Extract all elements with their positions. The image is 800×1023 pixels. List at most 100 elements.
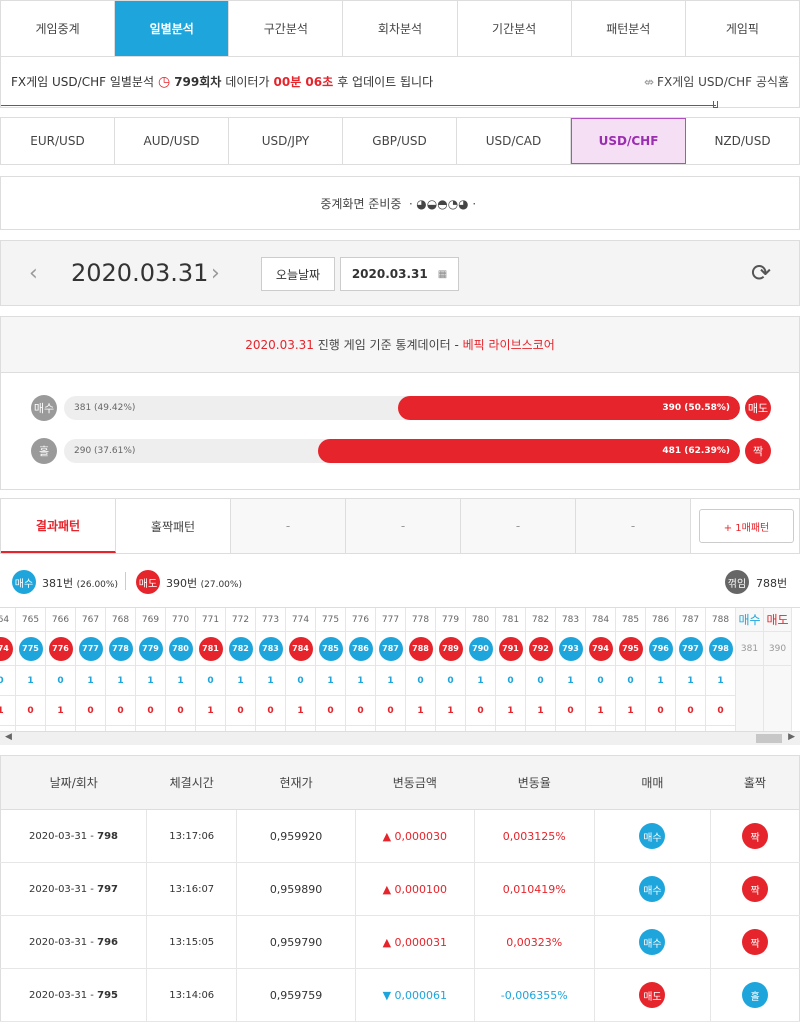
pattern-tab-1[interactable]: 홀짝패턴 (116, 499, 231, 553)
chevron-left-icon[interactable]: ‹ (29, 261, 38, 286)
grid-scrollbar[interactable]: ◀ ▶ (0, 731, 800, 745)
sell-count-text: 390번 (166, 577, 198, 590)
one-pattern-button[interactable]: + 1매패턴 (699, 509, 794, 543)
grid-value-row1: 1 (16, 666, 45, 696)
grid-value-row1: 1 (136, 666, 165, 696)
stats-title-source: 베픽 라이브스코어 (462, 338, 555, 352)
today-button[interactable]: 오늘날짜 (261, 257, 335, 291)
grid-round-header: 778 (406, 608, 435, 632)
buy-count-text: 381번 (42, 577, 74, 590)
grid-value-row1: 0 (616, 666, 645, 696)
scroll-thumb[interactable] (756, 734, 782, 743)
cell-time: 13:16:07 (146, 862, 238, 916)
link-icon: ⇎ (643, 74, 655, 89)
grid-column: 776 786 1 0 (346, 608, 376, 732)
pair-tab-5[interactable]: USD/CHF (571, 118, 686, 164)
pair-tab-4[interactable]: USD/CAD (457, 118, 571, 164)
pair-tab-2[interactable]: USD/JPY (229, 118, 343, 164)
date-input[interactable]: 2020.03.31 ▦ (340, 257, 459, 291)
tab-5[interactable]: 패턴분석 (571, 1, 686, 56)
tab-3[interactable]: 회차분석 (343, 1, 458, 56)
pair-tab-1[interactable]: AUD/USD (115, 118, 229, 164)
stat-left-badge: 홀 (31, 438, 57, 464)
grid-value-row2: 0 (316, 696, 345, 726)
odd-even-badge: 짝 (742, 823, 769, 849)
official-link[interactable]: ⇎ FX게임 USD/CHF 공식홈 (644, 73, 789, 90)
pattern-tab-0[interactable]: 결과패턴 (1, 499, 116, 553)
pattern-tab-3[interactable]: - (346, 499, 461, 553)
grid-column: 764 774 01 (0, 608, 16, 732)
cell-date-text: 2020-03-31 - (29, 989, 94, 1001)
pattern-grid: 7647740176577510766776017677771076877810… (0, 607, 800, 747)
grid-ball: 781 (198, 636, 223, 661)
sell-badge: 매도 (136, 570, 160, 594)
grid-column: 772 782 1 0 (226, 608, 256, 732)
cell-trade: 매수 (594, 915, 712, 969)
grid-column: 788 798 1 0 (706, 608, 736, 732)
buy-pct: (26.00%) (76, 580, 118, 590)
pair-tab-3[interactable]: GBP/USD (343, 118, 457, 164)
grid-value-row1: 0 (406, 666, 435, 696)
scroll-right-icon[interactable]: ▶ (788, 732, 795, 742)
grid-value-row2: 1 (406, 696, 435, 726)
tab-2[interactable]: 구간분석 (229, 1, 344, 56)
cell-round: 797 (97, 883, 118, 895)
grid-ball-cell: 788 (406, 632, 435, 666)
grid-column: 770 780 1 0 (166, 608, 196, 732)
grid-column: 774 784 0 1 (286, 608, 316, 732)
pattern-tab-4[interactable]: - (461, 499, 576, 553)
cell-price: 0,959920 (236, 809, 356, 863)
stat-right-value: 481 (62.39%) (662, 446, 730, 456)
tab-4[interactable]: 기간분석 (457, 1, 572, 56)
update-notice: FX게임 USD/CHF 일별분석 ◷ 799회차 데이터가 00분 06초 후… (11, 73, 433, 90)
pair-tab-6[interactable]: NZD/USD (686, 118, 799, 164)
scroll-left-icon[interactable]: ◀ (5, 732, 12, 742)
grid-ball: 795 (618, 636, 643, 661)
grid-column: 767 777 1 0 (76, 608, 106, 732)
grid-ball: 798 (708, 636, 733, 661)
stats-title-text: 진행 게임 기준 통계데이터 - (317, 338, 459, 352)
grid-value-row1: 0 (0, 666, 15, 696)
tab-6[interactable]: 게임픽 (685, 1, 799, 56)
cell-date: 2020-03-31 - 795 (0, 968, 148, 1022)
grid-value-row2: 0 (376, 696, 405, 726)
cell-date-text: 2020-03-31 - (29, 830, 94, 842)
official-link-label: FX게임 USD/CHF 공식홈 (657, 75, 789, 89)
grid-value-row2: 1 (286, 696, 315, 726)
grid-ball: 780 (168, 636, 193, 661)
pair-tab-0[interactable]: EUR/USD (1, 118, 115, 164)
grid-value-row1: 1 (676, 666, 705, 696)
stats-title: 2020.03.31 진행 게임 기준 통계데이터 - 베픽 라이브스코어 (1, 317, 799, 373)
cell-rate: -0,006355% (474, 968, 595, 1022)
grid-ball: 777 (78, 636, 103, 661)
grid-value-row2: 0 (706, 696, 735, 726)
currency-pair-tabs: EUR/USD AUD/USD USD/JPY GBP/USD USD/CAD USD/C… (0, 117, 800, 165)
cell-rate: 0,010419% (474, 862, 595, 916)
turn-count: 788번 (756, 577, 788, 590)
table-header-0: 날짜/회차 (0, 755, 147, 810)
cell-date-text: 2020-03-31 - (29, 883, 94, 895)
trade-badge: 매수 (639, 929, 666, 955)
grid-ball: 797 (678, 636, 703, 661)
pattern-tab-2[interactable]: - (231, 499, 346, 553)
cell-price: 0,959890 (236, 862, 356, 916)
cell-round: 796 (97, 936, 118, 948)
cell-change: ▼ 0,000061 (355, 968, 475, 1022)
buy-badge: 매수 (12, 570, 36, 594)
grid-round-header: 775 (316, 608, 345, 632)
tab-1[interactable]: 일별분석 (115, 1, 230, 56)
refresh-icon[interactable]: ⟳ (751, 259, 771, 287)
grid-ball-cell: 794 (586, 632, 615, 666)
chevron-right-icon[interactable]: › (211, 261, 220, 286)
stat-right-badge: 매도 (745, 395, 771, 421)
grid-value-row1: 1 (376, 666, 405, 696)
tab-0[interactable]: 게임중계 (1, 1, 116, 56)
grid-round-header: 773 (256, 608, 285, 632)
pattern-summary: 매수 381번 (26.00%) 매도 390번 (27.00%) 꺾임 788… (0, 562, 800, 602)
pattern-tab-5[interactable]: - (576, 499, 691, 553)
grid-value-row2: 0 (676, 696, 705, 726)
grid-buy-column: 매수 381 (736, 608, 764, 732)
grid-round-header: 786 (646, 608, 675, 632)
grid-ball-cell: 774 (0, 632, 15, 666)
pattern-tabs: 결과패턴 홀짝패턴 - - - - + 1매패턴 (0, 498, 800, 554)
